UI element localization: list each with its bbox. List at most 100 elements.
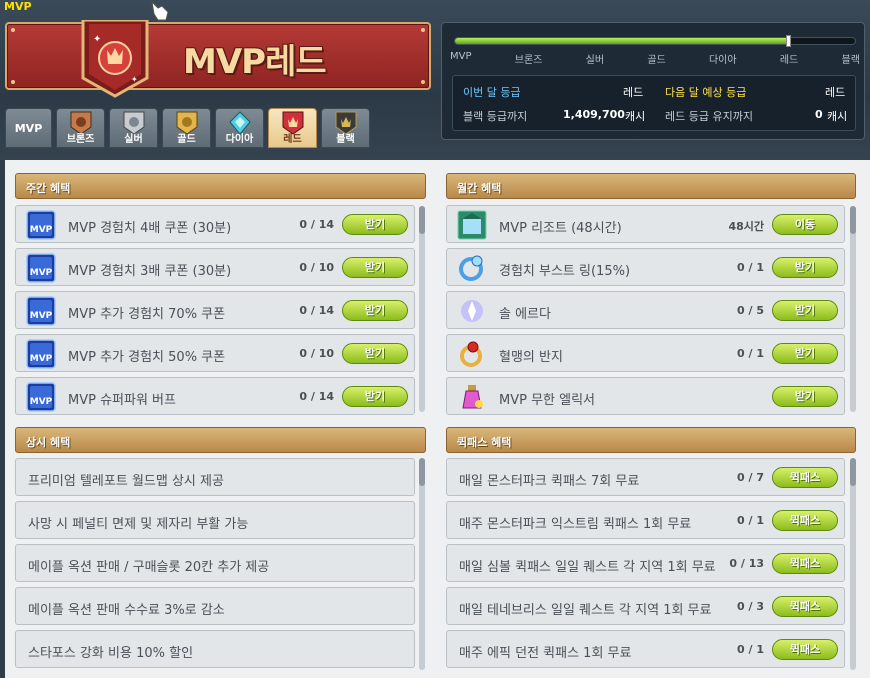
claim-button[interactable]: 받기 — [772, 257, 838, 278]
header-area: MVP ✦ ✦ MVP레드 MVP 브론즈 실버 골드 다이아 레드 블랙 MV… — [0, 0, 870, 160]
item-label: 경험치 부스트 링(15%) — [499, 264, 631, 279]
quickpass-scrollbar[interactable] — [850, 458, 856, 670]
svg-text:MVP: MVP — [30, 311, 53, 321]
to-black-unit: 캐시 — [625, 110, 646, 123]
item-label: 사망 시 페널티 면제 및 제자리 부활 가능 — [28, 517, 249, 532]
item-label: MVP 슈퍼파워 버프 — [68, 393, 176, 408]
boost-ring-icon — [457, 253, 487, 283]
item-label: MVP 무한 엘릭서 — [499, 393, 596, 408]
weekly-scrollbar[interactable] — [419, 206, 425, 412]
tab-red[interactable]: 레드 — [268, 108, 317, 148]
claim-button[interactable]: 받기 — [772, 386, 838, 407]
tab-bronze[interactable]: 브론즈 — [56, 108, 105, 148]
keep-red-unit: 캐시 — [827, 110, 848, 123]
item-label: 매일 테네브리스 일일 퀘스트 각 지역 1회 무료 — [459, 603, 712, 618]
item-label: MVP 추가 경험치 70% 쿠폰 — [68, 307, 226, 322]
blood-ring-icon — [457, 339, 487, 369]
monthly-scrollbar[interactable] — [850, 206, 856, 412]
weekly-benefits-header: 주간 혜택 — [15, 173, 426, 199]
grade-tabs: MVP 브론즈 실버 골드 다이아 레드 블랙 — [5, 108, 370, 148]
item-count: 0 / 14 — [299, 304, 334, 317]
list-item: 매일 몬스터파크 퀵패스 7회 무료 0 / 7 퀵패스 — [446, 458, 845, 496]
tab-mvp[interactable]: MVP — [5, 108, 52, 148]
list-item: MVP MVP 추가 경험치 50% 쿠폰 0 / 10 받기 — [15, 334, 415, 372]
claim-button[interactable]: 받기 — [772, 343, 838, 364]
hand-cursor-icon — [151, 0, 169, 21]
grade-progress-fill — [455, 38, 789, 44]
quickpass-button[interactable]: 퀵패스 — [772, 596, 838, 617]
permanent-benefits-header: 상시 혜택 — [15, 427, 426, 453]
monthly-benefits-header: 월간 혜택 — [446, 173, 856, 199]
list-item: 경험치 부스트 링(15%) 0 / 1 받기 — [446, 248, 845, 286]
item-label: 메이플 옥션 판매 수수료 3%로 감소 — [28, 603, 225, 618]
to-black-amount: 1,409,700 — [563, 108, 625, 121]
item-label: 매일 심볼 퀵패스 일일 퀘스트 각 지역 1회 무료 — [459, 560, 716, 575]
item-count: 0 / 14 — [299, 390, 334, 403]
grade-level-labels: MVP 브론즈 실버 골드 다이아 레드 블랙 — [450, 51, 860, 66]
list-item: 메이플 옥션 판매 수수료 3%로 감소 — [15, 587, 415, 625]
claim-button[interactable]: 받기 — [342, 214, 408, 235]
window-title: MVP — [4, 0, 32, 13]
tab-label: 실버 — [124, 134, 143, 145]
grade-progress-marker — [786, 35, 791, 47]
list-item: 매일 테네브리스 일일 퀘스트 각 지역 1회 무료 0 / 3 퀵패스 — [446, 587, 845, 625]
claim-button[interactable]: 받기 — [342, 343, 408, 364]
svg-text:MVP: MVP — [30, 354, 53, 364]
list-item: 사망 시 페널티 면제 및 제자리 부활 가능 — [15, 501, 415, 539]
grade-level-label: 실버 — [585, 55, 605, 66]
grade-progress-bar — [454, 35, 856, 47]
mvp-exp70-coupon-icon: MVP — [26, 296, 56, 326]
quickpass-button[interactable]: 퀵패스 — [772, 639, 838, 660]
item-count: 0 / 1 — [737, 514, 764, 527]
scroll-thumb[interactable] — [419, 458, 425, 486]
list-item: 혈맹의 반지 0 / 1 받기 — [446, 334, 845, 372]
list-item: 매주 에픽 던전 퀵패스 1회 무료 0 / 1 퀵패스 — [446, 630, 845, 668]
claim-button[interactable]: 받기 — [342, 300, 408, 321]
elixir-icon — [457, 382, 487, 412]
item-label: MVP 경험치 4배 쿠폰 (30분) — [68, 221, 232, 236]
tab-silver[interactable]: 실버 — [109, 108, 158, 148]
item-count: 0 / 10 — [299, 347, 334, 360]
tab-label: 골드 — [177, 134, 196, 145]
tab-label: 브론즈 — [66, 134, 95, 145]
item-label: 프리미엄 텔레포트 월드맵 상시 제공 — [28, 474, 224, 489]
this-month-grade-label: 이번 달 등급 — [463, 86, 521, 99]
tab-diamond[interactable]: 다이아 — [215, 108, 264, 148]
red-medal-emblem-icon: ✦ ✦ — [81, 20, 149, 98]
item-count: 0 / 1 — [737, 643, 764, 656]
quickpass-button[interactable]: 퀵패스 — [772, 553, 838, 574]
item-count: 0 / 1 — [737, 347, 764, 360]
claim-button[interactable]: 받기 — [342, 386, 408, 407]
item-label: 매주 에픽 던전 퀵패스 1회 무료 — [459, 646, 632, 661]
mvp-exp50-coupon-icon: MVP — [26, 339, 56, 369]
mvp-4x-coupon-icon: MVP — [26, 210, 56, 240]
scroll-thumb[interactable] — [850, 458, 856, 486]
scroll-thumb[interactable] — [850, 206, 856, 234]
list-item: MVP MVP 슈퍼파워 버프 0 / 14 받기 — [15, 377, 415, 415]
benefits-panel: 주간 혜택 MVP MVP 경험치 4배 쿠폰 (30분) 0 / 14 받기 MVP M… — [5, 160, 870, 678]
mvp-superpower-icon: MVP — [26, 382, 56, 412]
move-button[interactable]: 이동 — [772, 214, 838, 235]
quickpass-button[interactable]: 퀵패스 — [772, 467, 838, 488]
grade-level-label: 다이아 — [708, 55, 737, 66]
grade-progress-panel: MVP 브론즈 실버 골드 다이아 레드 블랙 이번 달 등급 레드 다음 달 … — [441, 22, 865, 140]
item-count: 0 / 13 — [729, 557, 764, 570]
tab-black[interactable]: 블랙 — [321, 108, 370, 148]
mvp-3x-coupon-icon: MVP — [26, 253, 56, 283]
item-label: 솔 에르다 — [499, 307, 551, 322]
item-count: 0 / 7 — [737, 471, 764, 484]
scroll-thumb[interactable] — [419, 206, 425, 234]
permanent-scrollbar[interactable] — [419, 458, 425, 670]
tab-gold[interactable]: 골드 — [162, 108, 211, 148]
quickpass-button[interactable]: 퀵패스 — [772, 510, 838, 531]
list-item: 스타포스 강화 비용 10% 할인 — [15, 630, 415, 668]
next-month-grade-value: 레드 — [825, 86, 846, 99]
list-item: MVP 무한 엘릭서 받기 — [446, 377, 845, 415]
list-item: 프리미엄 텔레포트 월드맵 상시 제공 — [15, 458, 415, 496]
list-item: MVP 리조트 (48시간) 48시간 이동 — [446, 205, 845, 243]
claim-button[interactable]: 받기 — [342, 257, 408, 278]
sol-erda-icon — [457, 296, 487, 326]
grade-level-label: 브론즈 — [514, 55, 543, 66]
grade-banner: ✦ ✦ MVP레드 — [5, 20, 431, 98]
claim-button[interactable]: 받기 — [772, 300, 838, 321]
